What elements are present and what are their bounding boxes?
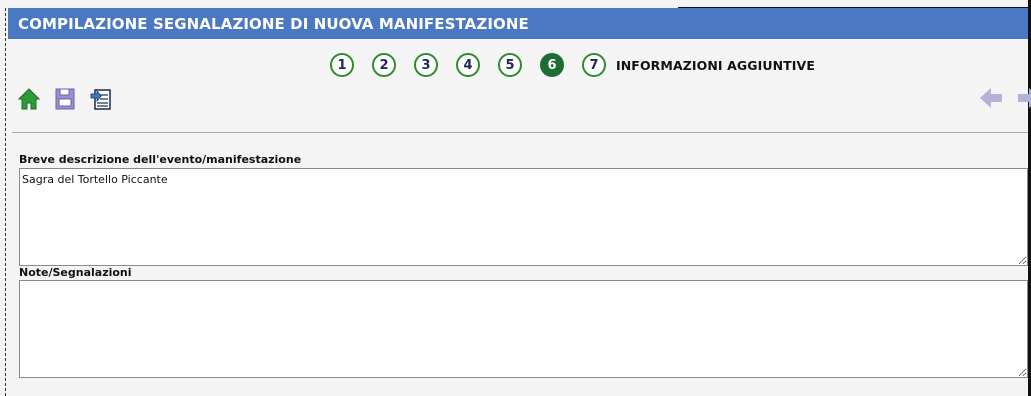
arrow-left-icon[interactable] — [979, 87, 1003, 109]
page-title: COMPILAZIONE SEGNALAZIONE DI NUOVA MANIF… — [18, 14, 529, 33]
home-icon — [18, 88, 40, 110]
save-button[interactable] — [54, 87, 76, 111]
step-5-button[interactable]: 5 — [498, 53, 522, 77]
step-2-button[interactable]: 2 — [372, 53, 396, 77]
arrow-right-icon[interactable] — [1017, 87, 1031, 109]
wizard-steps: 1 2 3 4 5 6 7 INFORMAZIONI AGGIUNTIVE — [330, 52, 815, 78]
step-6-button[interactable]: 6 — [540, 53, 564, 77]
title-bar: COMPILAZIONE SEGNALAZIONE DI NUOVA MANIF… — [8, 8, 1028, 39]
step-4-button[interactable]: 4 — [456, 53, 480, 77]
export-button[interactable] — [90, 87, 112, 111]
notes-label: Note/Segnalazioni — [19, 266, 132, 279]
home-button[interactable] — [18, 87, 40, 111]
step-1-button[interactable]: 1 — [330, 53, 354, 77]
notes-textarea[interactable] — [19, 280, 1028, 378]
current-step-title: INFORMAZIONI AGGIUNTIVE — [616, 57, 815, 73]
description-textarea[interactable]: Sagra del Tortello Piccante — [19, 168, 1028, 266]
save-icon — [55, 88, 75, 110]
toolbar — [18, 84, 126, 114]
export-icon — [90, 89, 111, 110]
nav-arrows — [965, 86, 1031, 110]
description-label: Breve descrizione dell'evento/manifestaz… — [19, 153, 302, 166]
step-3-button[interactable]: 3 — [414, 53, 438, 77]
left-border — [5, 8, 6, 396]
separator — [12, 132, 1028, 133]
step-7-button[interactable]: 7 — [582, 53, 606, 77]
